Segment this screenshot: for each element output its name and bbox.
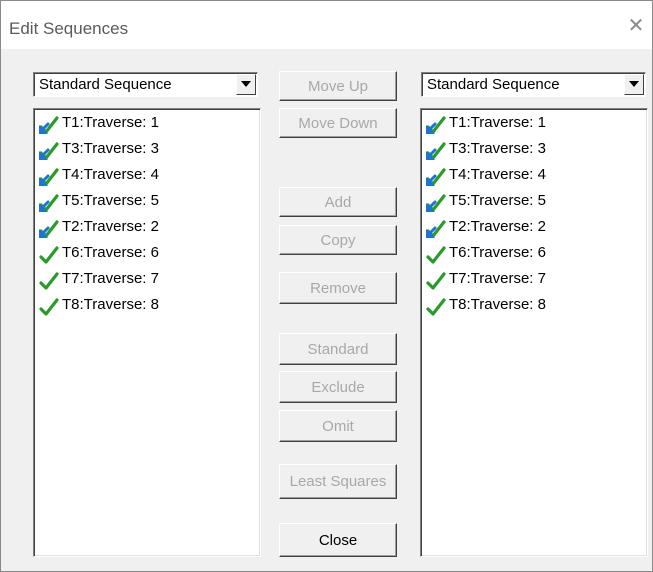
- right-sequence-list[interactable]: T1:Traverse: 1 T3:Traverse: 3 T4:Travers…: [420, 108, 648, 557]
- right-list-item[interactable]: T8:Traverse: 8: [425, 293, 625, 319]
- blue-arrow-check-icon: [38, 114, 60, 136]
- left-list-item[interactable]: T7:Traverse: 7: [38, 267, 238, 293]
- list-item-label: T6:Traverse: 6: [449, 244, 546, 261]
- left-list-item[interactable]: T5:Traverse: 5: [38, 189, 238, 215]
- right-list-item[interactable]: T2:Traverse: 2: [425, 215, 625, 241]
- blue-arrow-check-icon: [38, 218, 60, 240]
- blue-arrow-check-icon: [425, 218, 447, 240]
- list-item-label: T4:Traverse: 4: [449, 166, 546, 183]
- title-bar: Edit Sequences ✕: [1, 1, 652, 49]
- exclude-button[interactable]: Exclude: [279, 371, 397, 403]
- list-item-label: T5:Traverse: 5: [62, 192, 159, 209]
- right-list-item[interactable]: T7:Traverse: 7: [425, 267, 625, 293]
- right-list-item[interactable]: T4:Traverse: 4: [425, 163, 625, 189]
- right-list-item[interactable]: T6:Traverse: 6: [425, 241, 625, 267]
- blue-arrow-check-icon: [425, 140, 447, 162]
- right-list-item[interactable]: T5:Traverse: 5: [425, 189, 625, 215]
- list-item-label: T7:Traverse: 7: [62, 270, 159, 287]
- list-item-label: T8:Traverse: 8: [449, 296, 546, 313]
- left-list-item[interactable]: T6:Traverse: 6: [38, 241, 238, 267]
- blue-arrow-check-icon: [38, 192, 60, 214]
- left-sequence-list[interactable]: T1:Traverse: 1 T3:Traverse: 3 T4:Travers…: [33, 108, 261, 557]
- list-item-label: T1:Traverse: 1: [449, 114, 546, 131]
- dialog-title: Edit Sequences: [9, 19, 129, 38]
- close-icon[interactable]: ✕: [625, 15, 647, 37]
- left-sequence-select[interactable]: Standard Sequence: [33, 72, 258, 97]
- list-item-label: T3:Traverse: 3: [62, 140, 159, 157]
- right-list-item[interactable]: T1:Traverse: 1: [425, 111, 625, 137]
- move-up-button[interactable]: Move Up: [279, 71, 397, 101]
- chevron-down-icon: [241, 81, 251, 87]
- right-dropdown-button[interactable]: [624, 74, 644, 95]
- right-sequence-select-value: Standard Sequence: [427, 76, 560, 93]
- green-check-icon: [38, 296, 60, 318]
- blue-arrow-check-icon: [425, 192, 447, 214]
- list-item-label: T1:Traverse: 1: [62, 114, 159, 131]
- list-item-label: T2:Traverse: 2: [449, 218, 546, 235]
- move-down-button[interactable]: Move Down: [279, 108, 397, 138]
- edit-sequences-dialog: Edit Sequences ✕ Standard Sequence Stand…: [0, 0, 653, 572]
- green-check-icon: [425, 270, 447, 292]
- chevron-down-icon: [629, 81, 639, 87]
- list-item-label: T6:Traverse: 6: [62, 244, 159, 261]
- list-item-label: T7:Traverse: 7: [449, 270, 546, 287]
- green-check-icon: [38, 244, 60, 266]
- right-sequence-select[interactable]: Standard Sequence: [421, 72, 646, 97]
- omit-button[interactable]: Omit: [279, 410, 397, 442]
- list-item-label: T8:Traverse: 8: [62, 296, 159, 313]
- list-item-label: T3:Traverse: 3: [449, 140, 546, 157]
- least-squares-button[interactable]: Least Squares: [279, 464, 397, 499]
- copy-button[interactable]: Copy: [279, 225, 397, 255]
- blue-arrow-check-icon: [425, 114, 447, 136]
- right-list-item[interactable]: T3:Traverse: 3: [425, 137, 625, 163]
- left-list-item[interactable]: T2:Traverse: 2: [38, 215, 238, 241]
- list-item-label: T4:Traverse: 4: [62, 166, 159, 183]
- green-check-icon: [425, 296, 447, 318]
- remove-button[interactable]: Remove: [279, 272, 397, 304]
- green-check-icon: [38, 270, 60, 292]
- standard-button[interactable]: Standard: [279, 333, 397, 365]
- add-button[interactable]: Add: [279, 187, 397, 217]
- list-item-label: T2:Traverse: 2: [62, 218, 159, 235]
- left-list-item[interactable]: T4:Traverse: 4: [38, 163, 238, 189]
- blue-arrow-check-icon: [425, 166, 447, 188]
- close-button[interactable]: Close: [279, 523, 397, 557]
- blue-arrow-check-icon: [38, 166, 60, 188]
- left-list-item[interactable]: T1:Traverse: 1: [38, 111, 238, 137]
- left-list-item[interactable]: T3:Traverse: 3: [38, 137, 238, 163]
- list-item-label: T5:Traverse: 5: [449, 192, 546, 209]
- left-dropdown-button[interactable]: [236, 74, 256, 95]
- green-check-icon: [425, 244, 447, 266]
- left-sequence-select-value: Standard Sequence: [39, 76, 172, 93]
- blue-arrow-check-icon: [38, 140, 60, 162]
- left-list-item[interactable]: T8:Traverse: 8: [38, 293, 238, 319]
